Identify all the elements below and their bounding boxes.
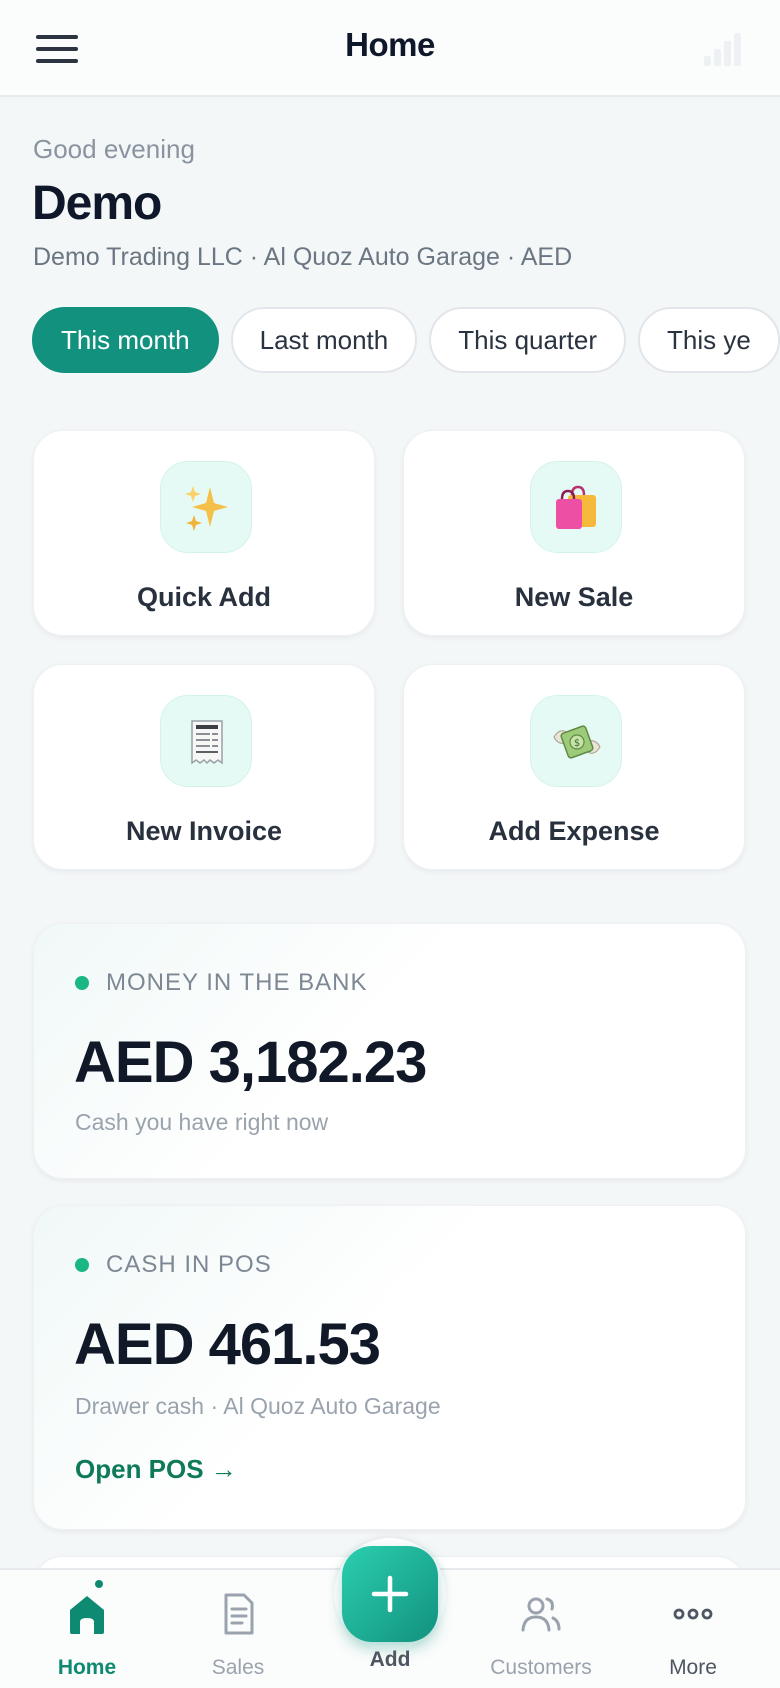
nav-home-label: Home	[57, 1656, 117, 1679]
nav-more-label: More	[669, 1656, 717, 1679]
svg-text:$: $	[574, 738, 580, 749]
status-dot	[75, 1258, 89, 1272]
period-chip-this-month[interactable]: This month	[32, 307, 219, 373]
add-fab-button[interactable]	[342, 1546, 438, 1642]
user-name: Demo	[32, 177, 162, 230]
app-header: Home	[0, 0, 780, 97]
active-indicator	[95, 1580, 103, 1588]
nav-add-label: Add	[369, 1648, 411, 1671]
quick-add-card[interactable]: Quick Add	[33, 430, 375, 636]
period-selector: This month Last month This quarter This ye	[32, 307, 780, 373]
money-in-bank-caption: MONEY IN THE BANK	[106, 969, 368, 996]
receipt-icon	[160, 695, 252, 787]
new-invoice-label: New Invoice	[125, 816, 283, 846]
period-chip-this-year[interactable]: This ye	[637, 307, 780, 373]
money-in-bank-card[interactable]: MONEY IN THE BANK AED 3,182.23 Cash you …	[33, 923, 746, 1179]
nav-customers[interactable]: Customers	[466, 1570, 616, 1688]
nav-sales[interactable]: Sales	[163, 1570, 313, 1688]
quick-add-label: Quick Add	[136, 582, 271, 612]
money-in-bank-amount: AED 3,182.23	[74, 1030, 427, 1095]
open-pos-link[interactable]: Open POS →	[75, 1454, 237, 1485]
period-chip-last-month[interactable]: Last month	[230, 307, 418, 373]
sparkles-icon	[160, 461, 252, 553]
cash-in-pos-amount: AED 461.53	[74, 1312, 381, 1377]
add-expense-card[interactable]: $ Add Expense	[403, 664, 745, 870]
nav-more[interactable]: More	[618, 1570, 768, 1688]
nav-customers-label: Customers	[490, 1656, 592, 1679]
cash-in-pos-note: Drawer cash · Al Quoz Auto Garage	[75, 1393, 441, 1419]
status-dot	[75, 976, 89, 990]
period-chip-this-quarter[interactable]: This quarter	[429, 307, 626, 373]
new-invoice-card[interactable]: New Invoice	[33, 664, 375, 870]
greeting-text: Good evening	[33, 134, 195, 164]
new-sale-label: New Sale	[514, 582, 634, 612]
new-sale-card[interactable]: New Sale	[403, 430, 745, 636]
add-expense-label: Add Expense	[488, 816, 660, 846]
money-in-bank-note: Cash you have right now	[75, 1109, 329, 1135]
business-context: Demo Trading LLC · Al Quoz Auto Garage ·…	[33, 243, 573, 271]
nav-sales-label: Sales	[211, 1656, 265, 1679]
nav-home[interactable]: Home	[12, 1570, 162, 1688]
cash-in-pos-card: CASH IN POS AED 461.53 Drawer cash · Al …	[33, 1205, 746, 1530]
sales-document-icon	[224, 1593, 254, 1635]
shopping-bags-icon	[530, 461, 622, 553]
cash-in-pos-caption: CASH IN POS	[106, 1251, 272, 1278]
signal-bars-icon	[702, 32, 742, 66]
more-dots-icon	[673, 1608, 713, 1620]
page-title: Home	[345, 26, 435, 63]
money-with-wings-icon: $	[530, 695, 622, 787]
home-icon	[70, 1596, 104, 1634]
customers-icon	[521, 1597, 561, 1632]
plus-icon	[371, 1575, 409, 1613]
